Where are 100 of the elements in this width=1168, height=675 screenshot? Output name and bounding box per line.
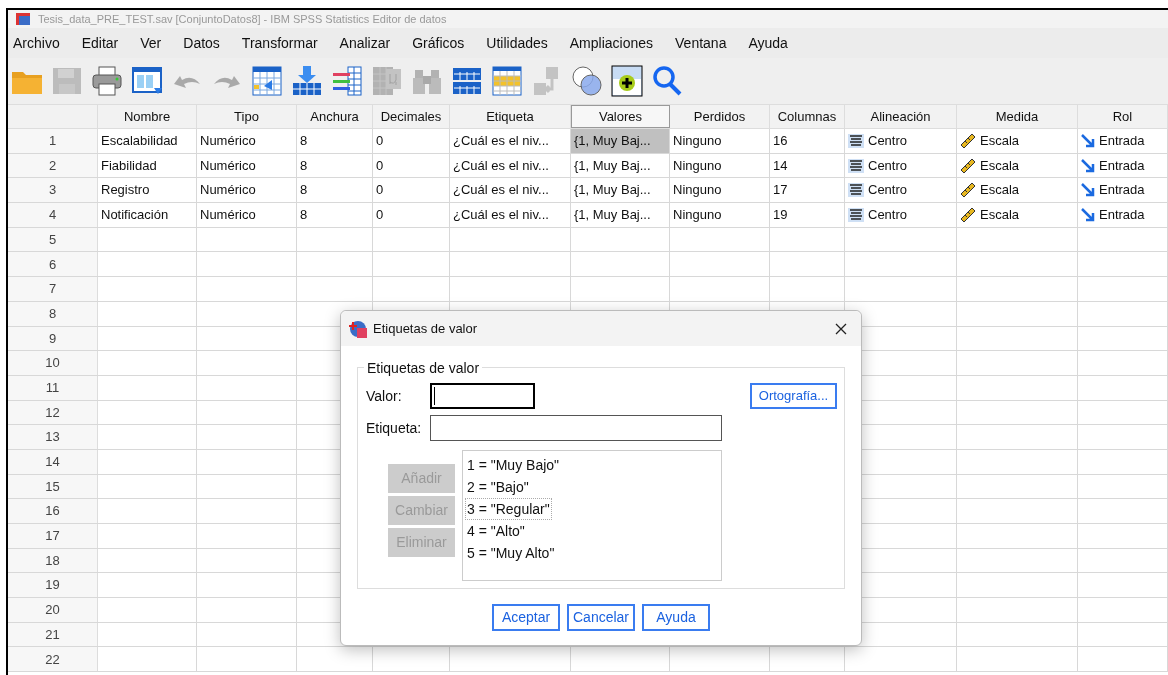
table-cell-text: 8 [299,206,309,225]
list-item[interactable]: 5 = "Muy Alto" [465,542,557,564]
ruler-icon [960,182,976,199]
row-number[interactable]: 7 [8,277,98,301]
arrow-down-right-icon [1081,158,1095,173]
menu-item[interactable]: Ventana [664,28,738,58]
arrow-down-right-icon [1081,207,1095,222]
dialog-button[interactable]: Ayuda [642,604,710,631]
row-number[interactable]: 3 [8,178,98,203]
column-header[interactable]: Medida [957,105,1078,128]
row-number[interactable]: 17 [8,524,98,548]
circles-icon[interactable] [570,64,604,98]
column-header[interactable]: Rol [1078,105,1168,128]
row-number[interactable]: 21 [8,622,98,647]
list-item[interactable]: 3 = "Regular" [465,498,552,520]
row-number[interactable]: 15 [8,474,98,499]
plus-badge-icon[interactable] [610,64,644,98]
column-header[interactable]: Alineación [845,105,957,128]
table-cell: Centro [845,153,956,178]
row-number[interactable]: 16 [8,499,98,523]
column-header[interactable]: Nombre [98,105,197,128]
colored-bars-grid-icon[interactable] [330,64,364,98]
ruler-icon [960,157,976,174]
table-cell-text: {1, Muy Baj... [573,181,652,200]
align-center-icon [848,183,864,198]
ruler-icon [960,206,976,223]
list-item[interactable]: 2 = "Bajo" [465,476,531,498]
table-cell-text: 0 [375,181,385,200]
row-number[interactable]: 9 [8,326,98,351]
search-icon[interactable] [650,64,684,98]
table-cell-text: Notificación [100,206,170,225]
table-cell-text: Numérico [199,156,257,175]
row-number[interactable]: 19 [8,573,98,598]
row-number[interactable]: 13 [8,425,98,449]
menu-item[interactable]: Datos [172,28,231,58]
table-cell-text: {1, Muy Baj... [573,156,652,175]
row-number[interactable]: 11 [8,375,98,400]
table-cell-text: Numérico [199,181,257,200]
menu-item[interactable]: Transformar [230,28,329,58]
table-cell-text: 0 [375,206,385,225]
align-center-icon [848,158,864,173]
table-cell-text: ¿Cuál es el niv... [452,181,550,200]
table-cell-text: Escalabilidad [100,132,179,151]
download-grid-icon[interactable] [290,64,324,98]
row-number[interactable]: 18 [8,548,98,573]
dialog-button[interactable]: Cancelar [567,604,635,631]
window-title: Tesis_data_PRE_TEST.sav [ConjuntoDatos8] - IBM SPSS Statistics Editor de datos [38,11,447,27]
menu-item[interactable]: Editar [70,28,130,58]
row-number[interactable]: 20 [8,598,98,622]
row-number[interactable]: 22 [8,647,98,672]
row-number[interactable]: 12 [8,400,98,425]
row-number[interactable]: 6 [8,252,98,277]
table-cell-text: Numérico [199,132,257,151]
column-header[interactable]: Perdidos [670,105,770,128]
input-field[interactable] [430,383,535,409]
table-cell: Entrada [1078,178,1167,203]
list-item[interactable]: 1 = "Muy Bajo" [465,454,562,476]
table-cell-text: 16 [772,132,789,151]
text-cursor [434,387,435,405]
menu-item[interactable]: Ampliaciones [558,28,665,58]
table-cell: Entrada [1078,129,1167,153]
row-number[interactable]: 5 [8,227,98,252]
table-cell-text: 19 [772,206,789,225]
column-header[interactable]: Anchura [297,105,373,128]
menu-item[interactable]: Analizar [328,28,402,58]
menu-item[interactable]: Archivo [8,28,71,58]
menu-item[interactable]: Utilidades [475,28,559,58]
column-header[interactable]: Decimales [373,105,450,128]
input-field[interactable] [430,415,722,441]
table-cell-text: Ninguno [672,132,723,151]
list-item[interactable]: 4 = "Alto" [465,520,527,542]
row-number[interactable]: 8 [8,301,98,326]
spelling-button[interactable]: Ortografía... [750,383,837,409]
table-cell: Centro [845,203,956,227]
arrow-down-right-icon [1081,133,1095,148]
row-number[interactable]: 10 [8,351,98,375]
row-number[interactable]: 14 [8,449,98,474]
menu-item[interactable]: Gráficos [401,28,476,58]
field-label: Valor: [366,386,403,406]
table-cell-text: Registro [100,181,151,200]
table-cell-text: 8 [299,132,309,151]
table-cell-text: ¿Cuál es el niv... [452,156,550,175]
column-header[interactable]: Tipo [197,105,297,128]
table-cell-text: 14 [772,156,789,175]
printer-icon[interactable] [90,64,124,98]
app-icon [16,13,30,25]
table-cell: Centro [845,178,956,203]
dialog-button[interactable]: Aceptar [492,604,560,631]
arrow-down-right-icon [1081,183,1095,198]
row-number[interactable]: 2 [8,153,98,178]
table-cell: Centro [845,129,956,153]
table-cell-text: Ninguno [672,206,723,225]
column-header[interactable]: Valores [571,105,670,128]
menu-item[interactable]: Ver [129,28,173,58]
table-tag-icon [349,319,367,338]
row-number[interactable]: 4 [8,203,98,227]
menu-item[interactable]: Ayuda [737,28,799,58]
highlighted-grid-icon[interactable] [490,64,524,98]
row-number[interactable]: 1 [8,129,98,153]
column-header[interactable]: Columnas [770,105,845,128]
